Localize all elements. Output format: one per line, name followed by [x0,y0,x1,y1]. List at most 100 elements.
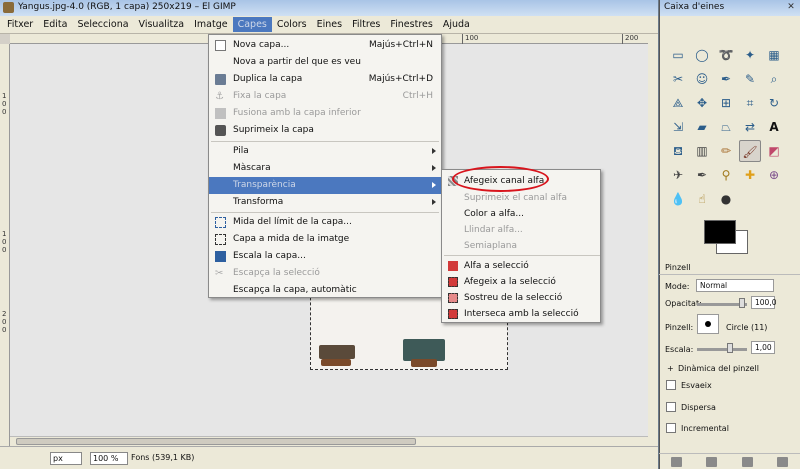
perspective-clone-tool-icon[interactable]: ⊕ [763,164,785,186]
menu-capes[interactable]: Capes [232,17,272,32]
menu-item-anchor[interactable]: ⚓ Fixa la capa Ctrl+H [209,88,441,105]
sel-int-icon [448,309,458,319]
menu-item-semi-flatten[interactable]: Semiaplana [442,238,600,254]
menu-item-add-to-selection[interactable]: Afegeix a la selecció [442,274,600,290]
expand-dynamics-icon[interactable]: + [667,364,674,373]
ink-tool-icon[interactable]: ✒ [691,164,713,186]
menu-edita[interactable]: Edita [38,17,72,32]
menu-item-mask[interactable]: Màscara [209,160,441,177]
brush-preview[interactable] [697,314,719,334]
zoom-tool-icon[interactable]: ⌕ [763,68,785,90]
flip-tool-icon[interactable]: ⇄ [739,116,761,138]
jitter-checkbox[interactable] [666,402,676,412]
menu-item-alpha-threshold[interactable]: Llindar alfa... [442,222,600,238]
zoom-select[interactable]: 100 % [90,452,128,465]
ruler-vertical[interactable]: 1 0 0 1 0 0 2 0 0 [0,44,10,446]
close-icon[interactable]: ✕ [784,2,798,14]
horizontal-scrollbar[interactable] [10,436,648,446]
foreground-color-swatch[interactable] [704,220,736,244]
vertical-scrollbar[interactable] [648,34,658,446]
blur-tool-icon[interactable]: 💧 [667,188,689,210]
airbrush-tool-icon[interactable]: ✈ [667,164,689,186]
perspective-tool-icon[interactable]: ⏢ [715,116,737,138]
ellipse-select-tool-icon[interactable]: ◯ [691,44,713,66]
heal-tool-icon[interactable]: ✚ [739,164,761,186]
menu-item-crop-to-selection[interactable]: ✂ Escapça la selecció [209,265,441,282]
reset-options-icon[interactable] [776,456,788,467]
sel-add-icon [448,277,458,287]
fade-checkbox[interactable] [666,380,676,390]
menu-finestres[interactable]: Finestres [385,17,437,32]
menu-item-label: Alfa a selecció [464,261,529,271]
scale-slider[interactable] [697,348,747,351]
clone-tool-icon[interactable]: ⚲ [715,164,737,186]
restore-options-icon[interactable] [706,456,718,467]
opacity-slider-knob[interactable] [739,298,745,308]
menu-item-intersect-selection[interactable]: Interseca amb la selecció [442,306,600,322]
menu-item-transform[interactable]: Transforma [209,194,441,211]
menu-item-scale-layer[interactable]: Escala la capa... [209,248,441,265]
unit-select[interactable]: px [50,452,82,465]
menu-item-boundary-size[interactable]: Mida del límit de la capa... [209,214,441,231]
menu-item-transparency[interactable]: Transparència [209,177,441,194]
menu-fitxer[interactable]: Fitxer [2,17,38,32]
incremental-checkbox[interactable] [666,423,676,433]
opacity-value[interactable]: 100,0 [751,296,776,309]
scale-tool-icon[interactable]: ⇲ [667,116,689,138]
menu-filtres[interactable]: Filtres [347,17,385,32]
fuzzy-select-tool-icon[interactable]: ✦ [739,44,761,66]
dodge-burn-tool-icon[interactable]: ● [715,188,737,210]
color-select-tool-icon[interactable]: ▦ [763,44,785,66]
scale-value[interactable]: 1,00 [751,341,775,354]
blend-tool-icon[interactable]: ▥ [691,140,713,162]
align-tool-icon[interactable]: ⊞ [715,92,737,114]
menu-visualitza[interactable]: Visualitza [134,17,190,32]
crop-tool-icon[interactable]: ⌗ [739,92,761,114]
foreground-select-tool-icon[interactable]: ☺ [691,68,713,90]
menu-item-alpha-to-selection[interactable]: Alfa a selecció [442,258,600,274]
menu-item-stack[interactable]: Pila [209,143,441,160]
menu-colors[interactable]: Colors [272,17,312,32]
color-picker-tool-icon[interactable]: ✎ [739,68,761,90]
menu-ajuda[interactable]: Ajuda [438,17,475,32]
menu-eines[interactable]: Eines [312,17,347,32]
text-tool-icon[interactable]: A [763,116,785,138]
eraser-tool-icon[interactable]: ◩ [763,140,785,162]
save-options-icon[interactable] [671,456,683,467]
menu-item-color-to-alpha[interactable]: Color a alfa... [442,206,600,222]
toolbox-title: Caixa d'eines [664,2,725,12]
scroll-thumb[interactable] [16,438,416,445]
submenu-arrow-icon [432,182,436,188]
menu-item-duplicate[interactable]: Duplica la capa Majús+Ctrl+D [209,71,441,88]
delete-options-icon[interactable] [741,456,753,467]
mode-select[interactable]: Normal [696,279,774,292]
shear-tool-icon[interactable]: ▰ [691,116,713,138]
menu-item-delete-layer[interactable]: Suprimeix la capa [209,122,441,139]
paintbrush-tool-icon[interactable]: 🖌 [739,140,761,162]
rect-select-tool-icon[interactable]: ▭ [667,44,689,66]
tool-grid: ▭ ◯ ➰ ✦ ▦ ✂ ☺ ✒ ✎ ⌕ ⟁ ✥ ⊞ ⌗ ↻ ⇲ ▰ ⏢ ⇄ A … [667,44,793,214]
rotate-tool-icon[interactable]: ↻ [763,92,785,114]
menu-item-merge-down[interactable]: Fusiona amb la capa inferior [209,105,441,122]
smudge-tool-icon[interactable]: ☝ [691,188,713,210]
paths-tool-icon[interactable]: ✒ [715,68,737,90]
menu-item-new-from-visible[interactable]: Nova a partir del que es veu [209,54,441,71]
menu-selecciona[interactable]: Selecciona [72,17,133,32]
menu-imatge[interactable]: Imatge [189,17,232,32]
measure-tool-icon[interactable]: ⟁ [667,92,689,114]
move-tool-icon[interactable]: ✥ [691,92,713,114]
ruler-label: 100 [465,34,479,42]
free-select-tool-icon[interactable]: ➰ [715,44,737,66]
menu-item-new-layer[interactable]: Nova capa... Majús+Ctrl+N [209,37,441,54]
pencil-tool-icon[interactable]: ✏ [715,140,737,162]
menu-item-layer-to-image-size[interactable]: Capa a mida de la imatge [209,231,441,248]
scissors-tool-icon[interactable]: ✂ [667,68,689,90]
bucket-fill-tool-icon[interactable]: ⛾ [667,140,689,162]
scale-slider-knob[interactable] [727,343,733,353]
menu-item-remove-alpha[interactable]: Suprimeix el canal alfa [442,190,600,206]
dynamics-label[interactable]: Dinàmica del pinzell [678,364,759,373]
menu-item-subtract-from-selection[interactable]: Sostreu de la selecció [442,290,600,306]
toolbox-title-bar: Caixa d'eines ✕ [660,0,800,16]
ruler-tick [622,34,623,44]
menu-item-autocrop[interactable]: Escapça la capa, automàtic [209,282,441,299]
